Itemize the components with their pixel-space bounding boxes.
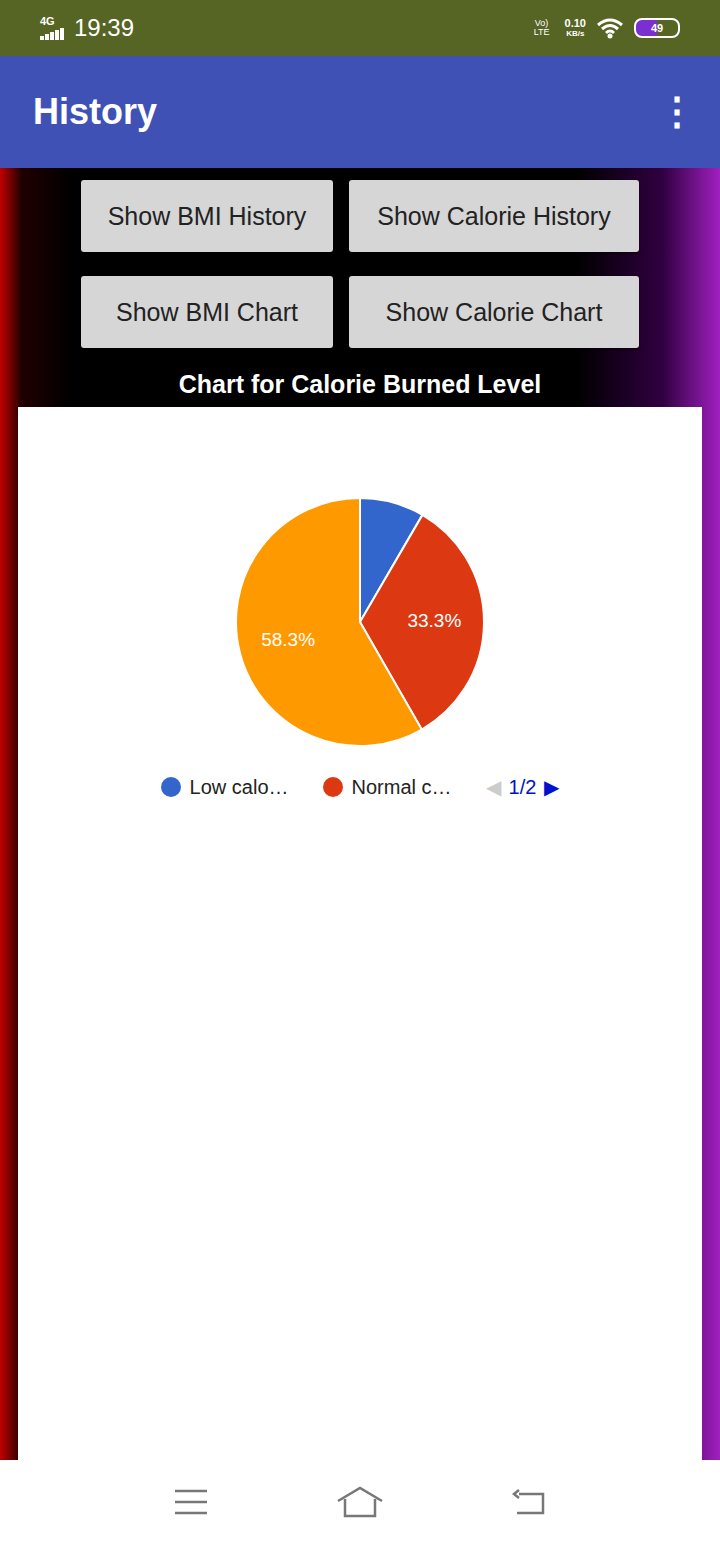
- button-row: Show BMI HistoryShow Calorie History: [0, 180, 720, 252]
- status-bar: 4G 19:39 Vo) LTE 0.10KB/s 49: [0, 0, 720, 56]
- legend-item[interactable]: Normal c…: [323, 776, 452, 799]
- volte-indicator: Vo) LTE: [529, 19, 555, 37]
- button-row: Show BMI ChartShow Calorie Chart: [0, 276, 720, 348]
- back-icon[interactable]: [511, 1487, 547, 1517]
- legend-dot: [161, 777, 181, 797]
- signal-icon: [40, 28, 66, 40]
- app-title: History: [33, 91, 157, 133]
- net-speed: 0.10KB/s: [565, 18, 586, 38]
- pie-slice[interactable]: [236, 498, 422, 746]
- network-type: 4G: [40, 16, 55, 27]
- app-bar: History ⋮: [0, 56, 720, 168]
- overflow-menu-button[interactable]: ⋮: [658, 90, 696, 134]
- slice-label: 33.3%: [407, 610, 461, 631]
- legend-dot: [323, 777, 343, 797]
- action-button[interactable]: Show Calorie History: [349, 180, 639, 252]
- slice-label: 58.3%: [261, 629, 315, 650]
- screen: 4G 19:39 Vo) LTE 0.10KB/s 49 History ⋮ Show BMI…: [0, 0, 720, 1544]
- network-indicator: 4G: [40, 16, 66, 40]
- navigation-bar: [0, 1460, 720, 1544]
- pager-page: 1/2: [509, 776, 537, 799]
- pager-prev-button[interactable]: ◀: [486, 775, 501, 799]
- pager-next-button[interactable]: ▶: [544, 775, 559, 799]
- chart-panel: 33.3% 58.3% Low calo… Normal c… ◀ 1/2 ▶: [18, 407, 702, 1460]
- legend-item[interactable]: Low calo…: [161, 776, 289, 799]
- chart-legend: Low calo… Normal c… ◀ 1/2 ▶: [161, 773, 560, 801]
- pie-chart: 33.3% 58.3%: [210, 472, 510, 772]
- content-area: Show BMI HistoryShow Calorie HistoryShow…: [0, 168, 720, 1460]
- battery-level: 49: [651, 22, 663, 34]
- legend-pager: ◀ 1/2 ▶: [486, 775, 560, 799]
- button-grid: Show BMI HistoryShow Calorie HistoryShow…: [0, 168, 720, 348]
- action-button[interactable]: Show Calorie Chart: [349, 276, 639, 348]
- wifi-icon: [596, 17, 624, 39]
- home-icon[interactable]: [335, 1485, 385, 1519]
- menu-icon[interactable]: [173, 1487, 209, 1517]
- chart-title: Chart for Calorie Burned Level: [0, 348, 720, 407]
- clock: 19:39: [74, 14, 134, 42]
- action-button[interactable]: Show BMI History: [81, 180, 333, 252]
- action-button[interactable]: Show BMI Chart: [81, 276, 333, 348]
- battery-icon: 49: [634, 18, 680, 38]
